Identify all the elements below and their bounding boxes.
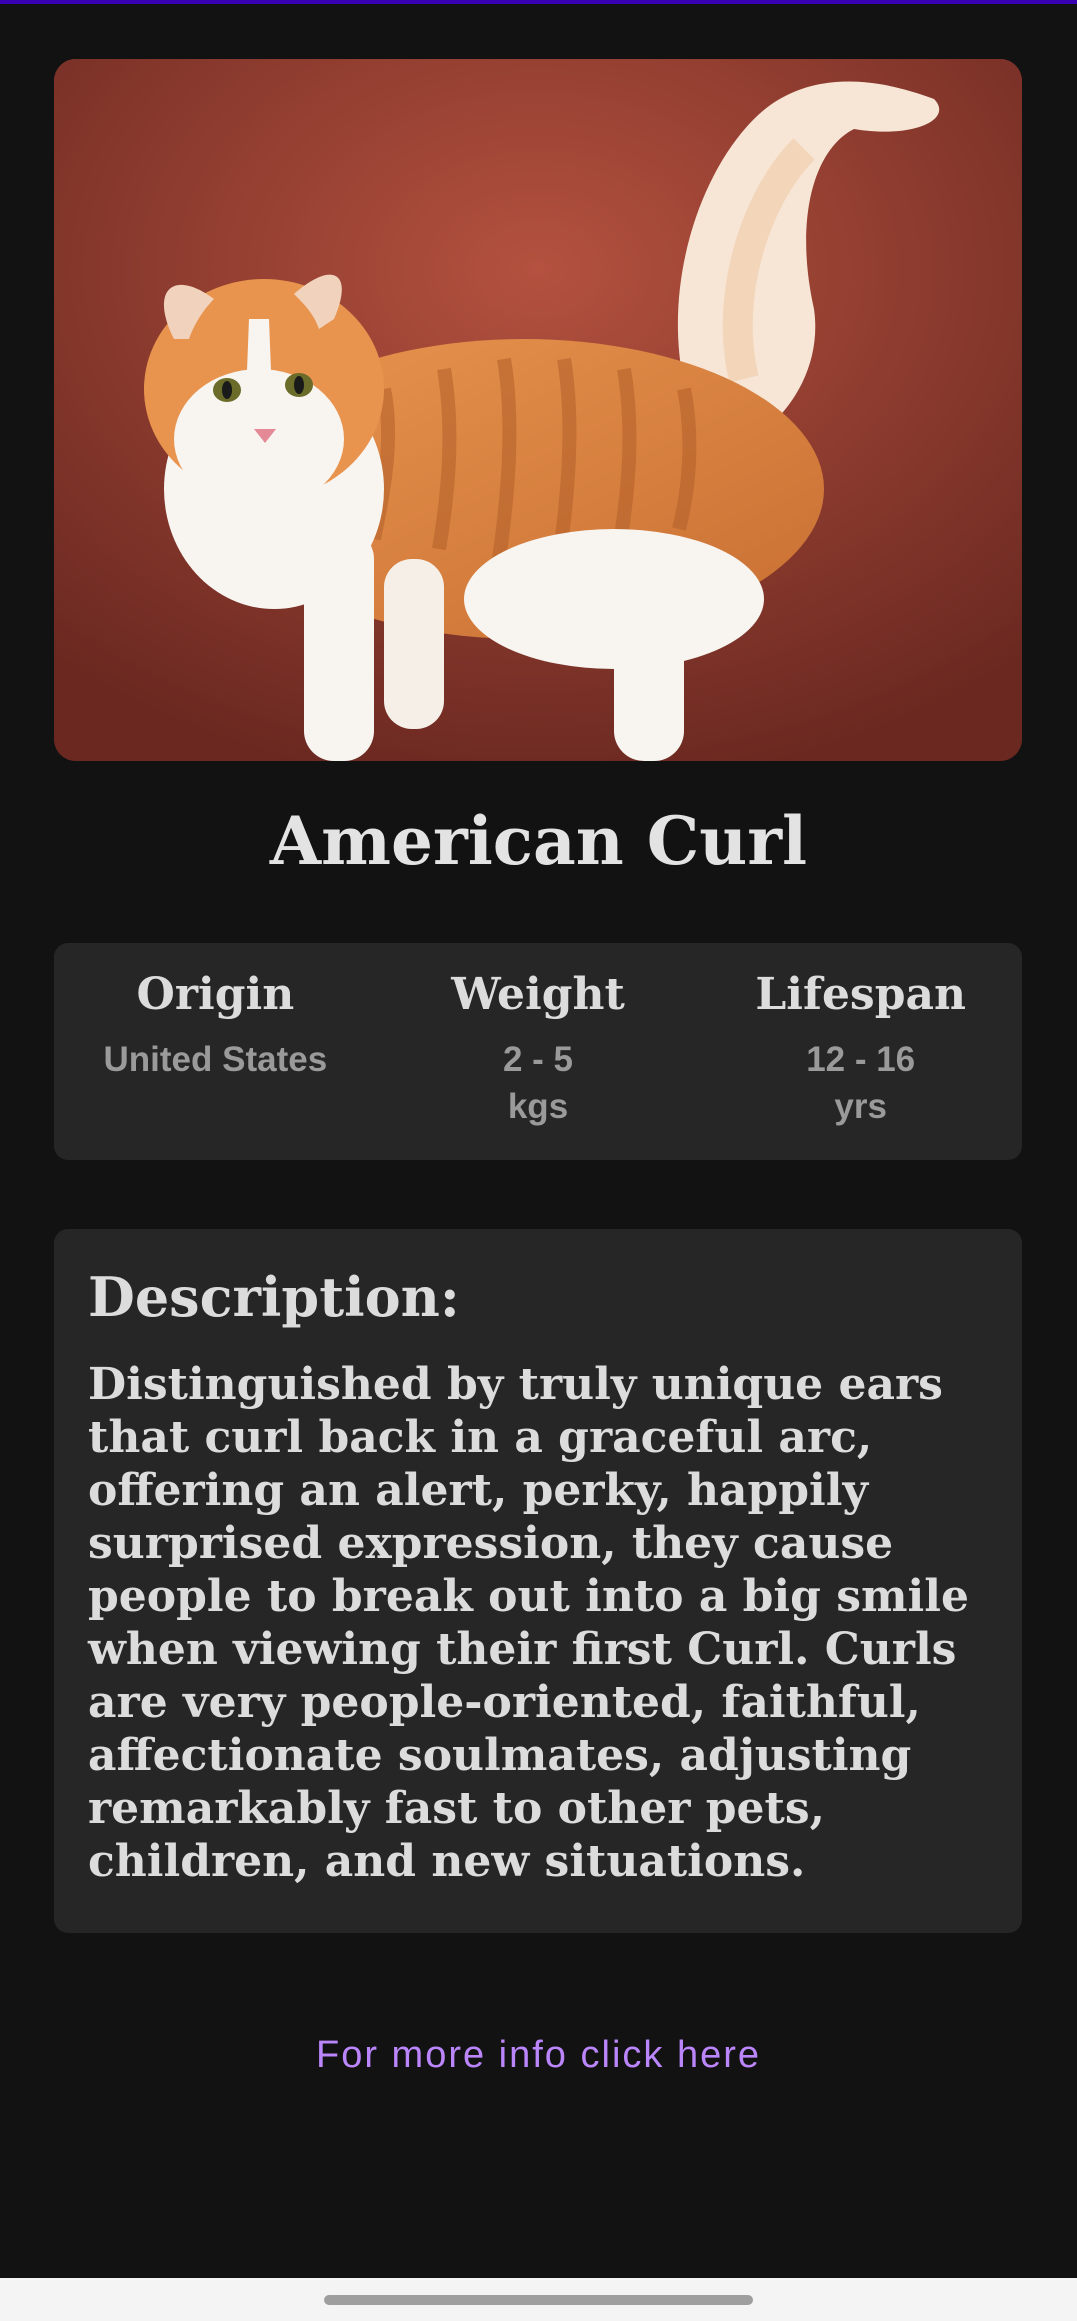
description-heading: Description: bbox=[88, 1265, 460, 1329]
lifespan-stat: Lifespan 12 - 16 yrs bbox=[699, 943, 1022, 1160]
origin-value: United States bbox=[103, 1039, 328, 1079]
origin-label: Origin bbox=[136, 969, 295, 1020]
description-card: Description: Distinguished by truly uniq… bbox=[54, 1229, 1022, 1933]
cat-illustration bbox=[54, 59, 1022, 761]
description-text: Distinguished by truly unique ears that … bbox=[88, 1358, 969, 1887]
breed-stats-card: Origin United States Weight 2 - 5 kgs Li… bbox=[54, 943, 1022, 1160]
more-info-link[interactable]: For more info click here bbox=[0, 2034, 1077, 2077]
lifespan-value: 12 - 16 yrs bbox=[806, 1039, 916, 1127]
breed-name-title: American Curl bbox=[269, 802, 808, 880]
home-gesture-handle[interactable] bbox=[324, 2295, 753, 2305]
status-accent-bar bbox=[0, 0, 1077, 4]
lifespan-label: Lifespan bbox=[755, 969, 966, 1020]
weight-label: Weight bbox=[451, 969, 625, 1020]
system-navigation-bar bbox=[0, 2278, 1077, 2321]
origin-stat: Origin United States bbox=[54, 943, 377, 1160]
weight-stat: Weight 2 - 5 kgs bbox=[377, 943, 700, 1160]
weight-value: 2 - 5 kgs bbox=[502, 1039, 574, 1127]
cat-photo bbox=[54, 59, 1022, 761]
